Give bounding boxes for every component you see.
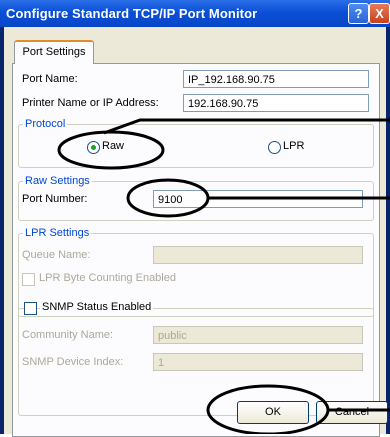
queue-name-label: Queue Name: — [22, 249, 91, 261]
lpr-radio[interactable] — [268, 141, 281, 154]
raw-radio-label[interactable]: Raw — [102, 140, 124, 152]
help-button[interactable]: ? — [348, 3, 369, 24]
community-name-label: Community Name: — [22, 329, 114, 341]
lpr-byte-counting-label: LPR Byte Counting Enabled — [39, 272, 176, 284]
community-name-input[interactable]: public — [153, 326, 363, 344]
lpr-settings-legend: LPR Settings — [23, 227, 92, 239]
printer-address-label: Printer Name or IP Address: — [22, 97, 159, 109]
snmp-enabled-label[interactable]: SNMP Status Enabled — [40, 301, 154, 313]
lpr-radio-label[interactable]: LPR — [283, 140, 304, 152]
dialog-client: Port Settings Port Name: IP_192.168.90.7… — [4, 27, 388, 437]
ok-button[interactable]: OK — [237, 401, 309, 424]
raw-settings-legend: Raw Settings — [23, 175, 92, 187]
dialog-window: Configure Standard TCP/IP Port Monitor ?… — [0, 0, 390, 437]
port-name-label: Port Name: — [22, 73, 78, 85]
port-number-label: Port Number: — [22, 193, 88, 205]
close-button[interactable]: X — [369, 3, 390, 24]
lpr-byte-counting-checkbox[interactable] — [22, 273, 35, 286]
port-name-input[interactable]: IP_192.168.90.75 — [183, 70, 369, 88]
device-index-label: SNMP Device Index: — [22, 356, 124, 368]
cancel-button[interactable]: Cancel — [316, 401, 388, 424]
port-number-input[interactable]: 9100 — [153, 190, 363, 208]
device-index-input[interactable]: 1 — [153, 353, 363, 371]
queue-name-input[interactable] — [153, 246, 363, 264]
protocol-group — [18, 124, 374, 168]
raw-radio[interactable] — [87, 141, 100, 154]
tab-port-settings[interactable]: Port Settings — [14, 40, 94, 64]
radio-selected-dot — [91, 145, 96, 150]
tab-panel: Port Name: IP_192.168.90.75 Printer Name… — [12, 63, 380, 437]
printer-address-input[interactable]: 192.168.90.75 — [183, 94, 369, 112]
protocol-legend: Protocol — [23, 118, 68, 130]
title-bar[interactable]: Configure Standard TCP/IP Port Monitor ?… — [0, 0, 390, 27]
window-title: Configure Standard TCP/IP Port Monitor — [6, 6, 258, 21]
snmp-enabled-checkbox[interactable] — [24, 302, 37, 315]
